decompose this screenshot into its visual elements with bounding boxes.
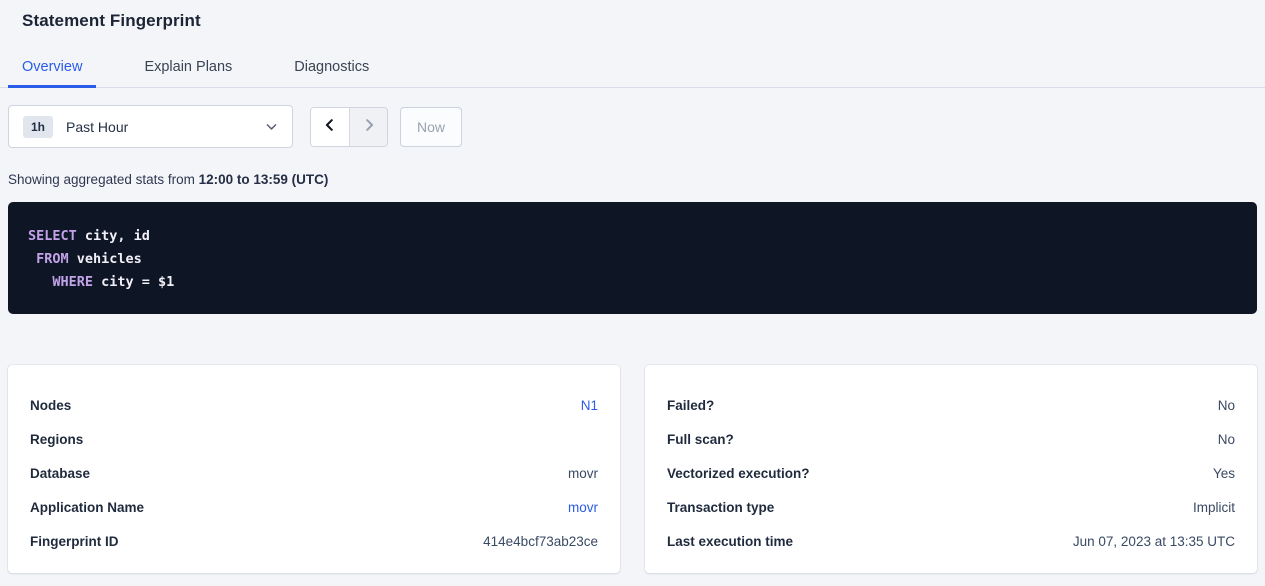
tab-bar: Overview Explain Plans Diagnostics <box>0 52 1265 88</box>
detail-label: Database <box>30 466 90 481</box>
sql-text: city = $1 <box>93 274 174 290</box>
stats-line-range: 12:00 to 13:59 (UTC) <box>199 172 329 187</box>
chevron-down-icon <box>265 120 278 133</box>
detail-value: Yes <box>1213 466 1235 481</box>
now-button[interactable]: Now <box>400 107 462 147</box>
detail-label: Vectorized execution? <box>667 466 810 481</box>
execution-attributes-card: Failed? No Full scan? No Vectorized exec… <box>645 365 1257 573</box>
detail-row-transaction-type: Transaction type Implicit <box>667 490 1235 524</box>
next-range-button[interactable] <box>349 108 387 146</box>
detail-row-vectorized: Vectorized execution? Yes <box>667 456 1235 490</box>
page-header: Statement Fingerprint <box>0 0 1265 31</box>
interval-badge: 1h <box>23 116 53 138</box>
sql-keyword: SELECT <box>28 228 77 244</box>
sql-text: city, id <box>77 228 150 244</box>
detail-value: No <box>1218 398 1235 413</box>
previous-range-button[interactable] <box>311 108 349 146</box>
tab-diagnostics[interactable]: Diagnostics <box>280 53 383 88</box>
sql-statement-box: SELECT city, id FROM vehicles WHERE city… <box>8 202 1257 314</box>
statement-details-card: Nodes N1 Regions Database movr Applicati… <box>8 365 620 573</box>
sql-line: SELECT city, id <box>28 225 1237 248</box>
detail-label: Failed? <box>667 398 714 413</box>
detail-label: Transaction type <box>667 500 774 515</box>
detail-row-failed: Failed? No <box>667 388 1235 422</box>
detail-label: Application Name <box>30 500 144 515</box>
detail-row-nodes: Nodes N1 <box>30 388 598 422</box>
sql-text: vehicles <box>69 251 142 267</box>
sql-keyword: WHERE <box>52 274 93 290</box>
detail-label: Last execution time <box>667 534 793 549</box>
time-range-label: Past Hour <box>66 119 128 135</box>
sql-keyword: FROM <box>36 251 69 267</box>
detail-row-fingerprint-id: Fingerprint ID 414e4bcf73ab23ce <box>30 524 598 558</box>
time-range-arrows <box>310 107 388 147</box>
detail-value: No <box>1218 432 1235 447</box>
page-title: Statement Fingerprint <box>22 11 1243 31</box>
details-cards: Nodes N1 Regions Database movr Applicati… <box>8 365 1257 573</box>
detail-label: Full scan? <box>667 432 734 447</box>
detail-row-last-execution-time: Last execution time Jun 07, 2023 at 13:3… <box>667 524 1235 558</box>
detail-row-full-scan: Full scan? No <box>667 422 1235 456</box>
detail-row-regions: Regions <box>30 422 598 456</box>
aggregated-stats-line: Showing aggregated stats from 12:00 to 1… <box>8 172 1257 187</box>
chevron-left-icon <box>323 117 337 136</box>
detail-label: Regions <box>30 432 83 447</box>
detail-label: Nodes <box>30 398 71 413</box>
sql-line: WHERE city = $1 <box>28 271 1237 294</box>
detail-value: Implicit <box>1193 500 1235 515</box>
detail-label: Fingerprint ID <box>30 534 119 549</box>
time-range-dropdown[interactable]: 1h Past Hour <box>8 105 293 148</box>
sql-line: FROM vehicles <box>28 248 1237 271</box>
detail-value: movr <box>568 466 598 481</box>
detail-value: 414e4bcf73ab23ce <box>483 534 598 549</box>
stats-line-prefix: Showing aggregated stats from <box>8 172 195 187</box>
application-name-link[interactable]: movr <box>568 500 598 515</box>
chevron-right-icon <box>362 117 376 136</box>
nodes-link[interactable]: N1 <box>581 398 598 413</box>
detail-row-database: Database movr <box>30 456 598 490</box>
tab-explain-plans[interactable]: Explain Plans <box>130 53 246 88</box>
tab-overview[interactable]: Overview <box>8 53 96 88</box>
detail-value: Jun 07, 2023 at 13:35 UTC <box>1073 534 1235 549</box>
time-controls: 1h Past Hour Now <box>8 105 1257 148</box>
detail-row-application-name: Application Name movr <box>30 490 598 524</box>
